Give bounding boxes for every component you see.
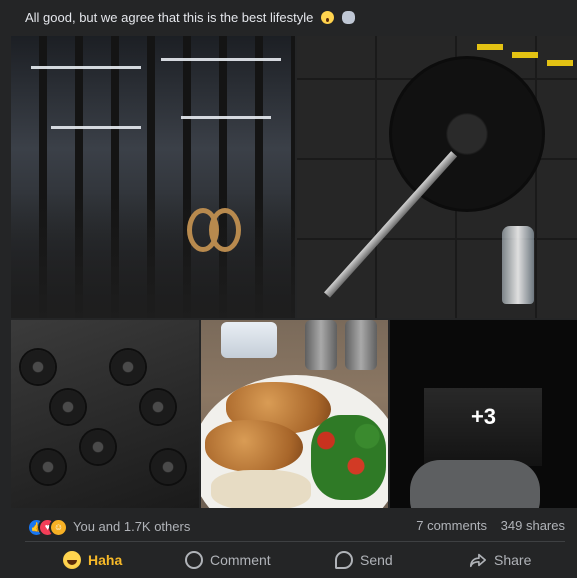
dumbbell: [141, 390, 175, 424]
photo-barbell[interactable]: [297, 36, 577, 318]
puff-emoji-icon: [341, 11, 355, 24]
water-bottle: [502, 226, 534, 304]
dumbbell: [111, 350, 145, 384]
ceiling-light: [51, 126, 141, 129]
rice: [211, 470, 311, 508]
chicken-breast: [205, 420, 303, 472]
haha-icon: [63, 551, 81, 569]
floor-stripe: [512, 52, 538, 58]
reaction-icons[interactable]: 👍 ♥ ☺: [27, 518, 77, 537]
haha-label: Haha: [88, 552, 123, 568]
barbell-bar: [324, 151, 458, 298]
dumbbell: [51, 390, 85, 424]
photo-dumbbells[interactable]: [11, 320, 199, 508]
shares-count[interactable]: 349 shares: [501, 518, 565, 533]
divider: [25, 541, 565, 542]
post-caption-text: All good, but we agree that this is the …: [25, 10, 314, 25]
gym-ring: [209, 208, 241, 252]
comment-icon: [185, 551, 203, 569]
share-icon: [469, 551, 487, 569]
spice-jar: [345, 320, 377, 370]
dumbbell: [21, 350, 55, 384]
share-label: Share: [494, 552, 532, 568]
container: [221, 322, 277, 358]
photo-gym[interactable]: [11, 36, 295, 318]
messenger-icon: [335, 551, 353, 569]
post-card: All good, but we agree that this is the …: [0, 0, 577, 578]
post-caption: All good, but we agree that this is the …: [25, 10, 355, 25]
post-stats: 7 comments 349 shares: [416, 518, 565, 533]
comment-button[interactable]: Comment: [185, 546, 271, 574]
dumbbell: [31, 450, 65, 484]
wow-emoji-icon: [320, 11, 334, 24]
weight-plate: [389, 56, 545, 212]
dumbbell: [81, 430, 115, 464]
ceiling-light: [161, 58, 281, 61]
salad: [311, 415, 386, 500]
floor-stripe: [477, 44, 503, 50]
reactions-summary[interactable]: You and 1.7K others: [73, 519, 190, 534]
send-label: Send: [360, 552, 393, 568]
spice-jar: [305, 320, 337, 370]
send-button[interactable]: Send: [335, 546, 393, 574]
photo-meal[interactable]: [201, 320, 388, 508]
ceiling-light: [31, 66, 141, 69]
more-photos-count: +3: [470, 404, 497, 429]
floor-stripe: [547, 60, 573, 66]
share-button[interactable]: Share: [469, 546, 531, 574]
dumbbell: [151, 450, 185, 484]
haha-icon: ☺: [49, 518, 68, 537]
photo-more[interactable]: +3: [390, 320, 577, 508]
comments-count[interactable]: 7 comments: [416, 518, 487, 533]
haha-button[interactable]: Haha: [63, 546, 122, 574]
comment-label: Comment: [210, 552, 271, 568]
ceiling-light: [181, 116, 271, 119]
